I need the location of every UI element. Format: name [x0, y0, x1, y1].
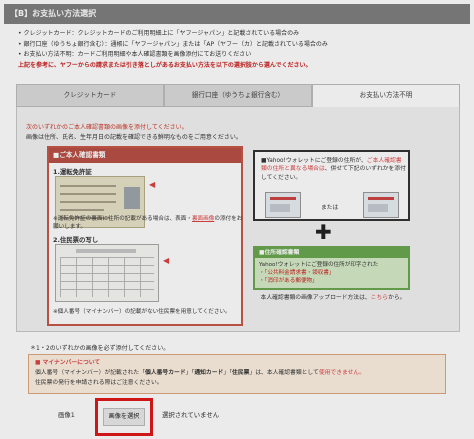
- resident-record-note: ※個人番号（マイナンバー）の記載がない住民票を用意してください。: [53, 309, 231, 315]
- wallet-address-box: ■Yahoo!ウォレットにご登録の住所が、ご本人確認書類の住所と異なる場合は、併…: [253, 150, 410, 221]
- my-number-title: ■ マイナンバーについて: [35, 360, 101, 366]
- my-number-line2: 住民票の発行を申請される際はご注意ください。: [35, 380, 163, 386]
- resident-record-title: 2.住民票の写し: [53, 236, 99, 244]
- tab-payment-unknown[interactable]: お支払い方法不明: [312, 84, 460, 107]
- upload-help: 本人確認書類の画像アップロード方法は、こちらから。: [260, 295, 406, 301]
- plus-icon: ✚: [315, 220, 332, 244]
- panel-intro-required: 次のいずれかのご本人確認書類の画像を添付してください。: [26, 124, 188, 131]
- id-documents-heading: ■ご本人確認書類: [49, 148, 241, 163]
- payment-method-tabs: クレジットカード 銀行口座（ゆうちょ銀行含む） お支払い方法不明: [16, 84, 460, 107]
- address-documents-heading: ■住所確認書類: [255, 248, 408, 258]
- address-documents-text: Yahoo!ウォレットにご登録の住所が印字された: [259, 262, 379, 268]
- id-documents-box: ■ご本人確認書類 1.運転免許証 ◀ ※運転免許証の裏面に住所の記載がある場合は…: [47, 146, 243, 326]
- section-header: 【B】お支払い方法選択: [4, 4, 470, 24]
- image1-label: 画像1: [58, 411, 75, 419]
- back-side-link[interactable]: 裏面画像: [192, 216, 214, 222]
- my-number-notice: ■ マイナンバーについて 個人番号（マイナンバー）が記載された「個人番号カード」…: [28, 354, 446, 394]
- file-status: 選択されていません: [162, 411, 220, 419]
- wallet-address-text: ■Yahoo!ウォレットにご登録の住所が、ご本人確認書類の住所と異なる場合は、併…: [261, 158, 406, 181]
- or-label: または: [321, 205, 339, 211]
- select-image-button[interactable]: 画像を選択: [103, 408, 145, 426]
- upload-help-link[interactable]: こちら: [371, 295, 388, 301]
- required-note: ＊1・2のいずれかの画像を必ず添付してください。: [30, 345, 170, 352]
- wallet-screenshot-image: [265, 192, 301, 218]
- intro-bullet-credit: クレジットカード：クレジットカードのご利用明細上に「ヤフージャパン」と記載されて…: [18, 29, 464, 40]
- address-doc-utility: ・「公共料金請求書・領収書」: [259, 270, 335, 276]
- wallet-screenshot-image: [363, 192, 399, 218]
- intro-bullet-bank: 銀行口座（ゆうちょ銀行含む）：通帳に「ヤフージャパン」または「AP（ヤフー（カ）…: [18, 40, 464, 51]
- tab-bank-account[interactable]: 銀行口座（ゆうちょ銀行含む）: [164, 84, 312, 107]
- arrow-icon: ◀: [163, 256, 170, 265]
- my-number-line1: 個人番号（マイナンバー）が記載された「個人番号カード」「通知カード」「住民票」は…: [35, 370, 366, 376]
- intro-bullet-unknown: お支払い方法不明：カードご利用明細や本人確認書類を画像添付にてお送りください: [18, 50, 464, 61]
- address-documents-box: ■住所確認書類 Yahoo!ウォレットにご登録の住所が印字された ・「公共料金請…: [253, 246, 410, 290]
- tab-credit-card[interactable]: クレジットカード: [16, 84, 164, 107]
- intro-warning: 上記を参考に、ヤフーからの請求または引き落としがあるお支払い方法を以下の選択肢か…: [18, 61, 312, 69]
- drivers-license-title: 1.運転免許証: [53, 168, 92, 176]
- panel-intro-clarity: 画像は住所、氏名、生年月日の記載を確認できる鮮明なものをご用意ください。: [26, 134, 242, 141]
- panel-intro: 次のいずれかのご本人確認書類の画像を添付してください。 画像は住所、氏名、生年月…: [26, 123, 266, 143]
- resident-record-image: [55, 244, 159, 302]
- drivers-license-note: ※運転免許証の裏面に住所の記載がある場合は、表面・裏面画像の添付をお願いします。: [53, 216, 243, 230]
- intro-text: クレジットカード：クレジットカードのご利用明細上に「ヤフージャパン」と記載されて…: [18, 29, 464, 71]
- license-photo: [124, 187, 140, 209]
- select-image-highlight: 画像を選択: [95, 398, 153, 436]
- arrow-icon: ◀: [149, 180, 156, 189]
- address-doc-mail: ・「消印がある郵便物」: [259, 278, 318, 284]
